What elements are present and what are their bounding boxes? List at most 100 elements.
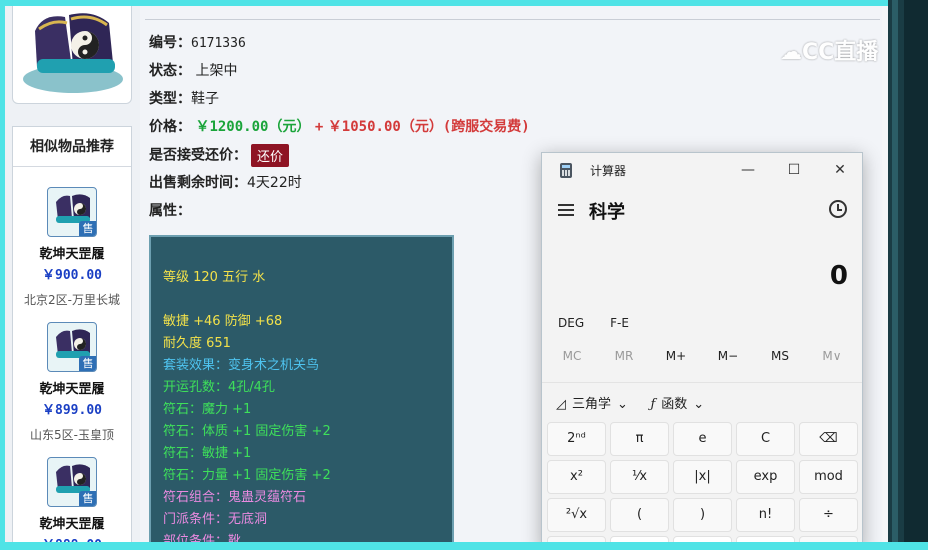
- watermark-logo-icon: ☁: [780, 40, 802, 65]
- similar-item[interactable]: 售 乾坤天罡履 ￥900.00 北京2区-万里长城: [13, 187, 131, 308]
- attribute-line: 门派条件：无底洞: [163, 512, 268, 527]
- history-icon[interactable]: [829, 200, 847, 218]
- key-pi[interactable]: π: [610, 422, 669, 456]
- memory-recall-button[interactable]: MR: [599, 349, 649, 363]
- key-clear[interactable]: C: [736, 422, 795, 456]
- similar-item[interactable]: 售 乾坤天罡履 ￥899.00 山东5区-玉皇顶: [13, 322, 131, 443]
- calculator-mode-title: 科学: [589, 202, 625, 223]
- similar-item-price: ￥888.00: [13, 534, 131, 542]
- key-e[interactable]: e: [673, 422, 732, 456]
- functions-dropdown[interactable]: 函数: [661, 397, 687, 412]
- boots-icon: [23, 13, 123, 93]
- calculator-app-icon: [560, 163, 572, 178]
- sale-badge: 售: [79, 491, 96, 506]
- price-main: ￥1200.00（元）: [195, 119, 311, 135]
- sale-badge: 售: [79, 356, 96, 371]
- attribute-line: 符石：魔力 +1: [163, 402, 252, 417]
- item-status-label: 状态：: [149, 63, 191, 79]
- item-type-label: 类型：: [149, 91, 191, 107]
- item-status-row: 状态： 上架中: [149, 60, 237, 80]
- bargain-row: 是否接受还价： 还价: [149, 144, 290, 167]
- calculator-window[interactable]: 计算器 — ☐ ✕ 科学 0 DEG F-E MC MR M+ M− MS M∨ …: [541, 152, 863, 550]
- item-price-label: 价格：: [149, 119, 191, 135]
- memory-list-button[interactable]: M∨: [807, 349, 857, 363]
- attribute-line: 符石组合：鬼蛊灵蕴符石: [163, 490, 307, 505]
- similar-item[interactable]: 售 乾坤天罡履 ￥888.00: [13, 457, 131, 542]
- similar-item-name[interactable]: 乾坤天罡履: [13, 378, 131, 397]
- similar-item-name[interactable]: 乾坤天罡履: [13, 243, 131, 262]
- deg-toggle[interactable]: DEG: [558, 316, 584, 330]
- attributes-label: 属性：: [149, 203, 191, 219]
- similar-item-name[interactable]: 乾坤天罡履: [13, 513, 131, 532]
- attribute-line: 耐久度 651: [163, 336, 231, 351]
- attribute-line: 开运孔数：4孔/4孔: [163, 380, 275, 395]
- remaining-time-row: 出售剩余时间：4天22时: [149, 172, 302, 192]
- similar-item-thumbnail[interactable]: 售: [47, 457, 97, 507]
- item-type-value: 鞋子: [191, 91, 219, 107]
- key-second[interactable]: 2ⁿᵈ: [547, 422, 606, 456]
- sale-badge: 售: [79, 221, 96, 236]
- calculator-display: 0: [829, 261, 848, 291]
- key-factorial[interactable]: n!: [736, 498, 795, 532]
- similar-item-thumbnail[interactable]: 售: [47, 322, 97, 372]
- attribute-line: 敏捷 +46 防御 +68: [163, 314, 283, 329]
- item-type-row: 类型：鞋子: [149, 88, 219, 108]
- function-icon: ƒ: [650, 397, 656, 412]
- memory-row: MC MR M+ M− MS M∨: [542, 349, 862, 363]
- similar-item-thumbnail[interactable]: 售: [47, 187, 97, 237]
- watermark-text: CC直播: [802, 40, 879, 65]
- stream-watermark: ☁CC直播: [780, 34, 878, 66]
- price-cross-server-fee: ￥1050.00（元）(跨服交易费): [327, 119, 530, 135]
- key-close-paren[interactable]: ): [673, 498, 732, 532]
- close-button[interactable]: ✕: [826, 159, 854, 181]
- remaining-time-value: 4天22时: [247, 175, 302, 191]
- memory-store-button[interactable]: MS: [755, 349, 805, 363]
- memory-subtract-button[interactable]: M−: [703, 349, 753, 363]
- attributes-box: 等级 120 五行 水 敏捷 +46 防御 +68 耐久度 651 套装效果：变…: [149, 235, 454, 542]
- similar-item-server: 北京2区-万里长城: [24, 293, 120, 307]
- key-sqrt[interactable]: ²√x: [547, 498, 606, 532]
- item-id-value: 6171336: [191, 36, 246, 51]
- calculator-titlebar[interactable]: 计算器 — ☐ ✕: [542, 153, 862, 187]
- calculator-title: 计算器: [590, 164, 627, 178]
- divider: [542, 382, 862, 383]
- bargain-label: 是否接受还价：: [149, 147, 247, 164]
- window-border-bottom: [0, 542, 928, 550]
- key-reciprocal[interactable]: ¹⁄x: [610, 460, 669, 494]
- similar-item-server: 山东5区-玉皇顶: [30, 428, 114, 442]
- item-id-label: 编号：: [149, 35, 191, 51]
- counter-offer-button[interactable]: 还价: [251, 144, 290, 167]
- similar-item-price: ￥900.00: [42, 268, 102, 283]
- top-cut-off-strip: [150, 6, 880, 14]
- attribute-line: 符石：体质 +1 固定伤害 +2: [163, 424, 331, 439]
- item-id-row: 编号：6171336: [149, 32, 246, 52]
- key-divide[interactable]: ÷: [799, 498, 858, 532]
- chevron-down-icon[interactable]: ⌄: [617, 397, 628, 412]
- background-window-edge: [888, 0, 928, 550]
- chevron-down-icon[interactable]: ⌄: [693, 397, 704, 412]
- remaining-time-label: 出售剩余时间：: [149, 175, 247, 191]
- fe-toggle[interactable]: F-E: [610, 316, 629, 330]
- item-price-row: 价格： ￥1200.00（元） + ￥1050.00（元）(跨服交易费): [149, 116, 530, 136]
- similar-items-title: 相似物品推荐: [13, 127, 131, 167]
- attribute-line: 符石：敏捷 +1: [163, 446, 252, 461]
- attribute-line: [163, 289, 440, 311]
- key-abs[interactable]: |x|: [673, 460, 732, 494]
- minimize-button[interactable]: —: [734, 159, 762, 181]
- key-exp[interactable]: exp: [736, 460, 795, 494]
- key-backspace[interactable]: ⌫: [799, 422, 858, 456]
- item-image: [12, 6, 132, 104]
- key-mod[interactable]: mod: [799, 460, 858, 494]
- maximize-button[interactable]: ☐: [780, 159, 808, 181]
- similar-items-panel: 相似物品推荐 售 乾坤天罡履 ￥900.00 北京2区-万里长城 售 乾坤天罡履…: [12, 126, 132, 542]
- keypad: 2ⁿᵈ π e C ⌫ x² ¹⁄x |x| exp mod ²√x ( ) n…: [547, 422, 859, 549]
- key-open-paren[interactable]: (: [610, 498, 669, 532]
- menu-icon[interactable]: [558, 204, 574, 216]
- memory-add-button[interactable]: M+: [651, 349, 701, 363]
- function-row: ◿ 三角学 ⌄ ƒ 函数 ⌄: [556, 393, 710, 412]
- attribute-line: 等级 120 五行 水: [163, 270, 266, 285]
- memory-clear-button[interactable]: MC: [547, 349, 597, 363]
- attributes-row: 属性：: [149, 200, 191, 220]
- trigonometry-dropdown[interactable]: 三角学: [572, 397, 611, 412]
- key-square[interactable]: x²: [547, 460, 606, 494]
